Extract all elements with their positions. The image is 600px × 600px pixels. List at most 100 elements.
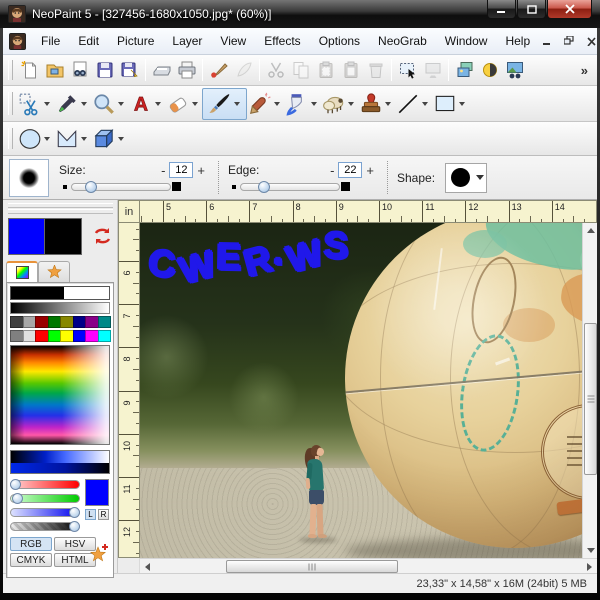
palette-swatch[interactable] [73, 316, 87, 328]
dropdown-arrow-icon[interactable] [385, 102, 391, 106]
mode-cmyk-button[interactable]: CMYK [10, 553, 52, 567]
horizontal-scrollbar-thumb[interactable] [226, 560, 398, 573]
dropdown-arrow-icon[interactable] [118, 102, 124, 106]
menu-item-neograb[interactable]: NeoGrab [369, 30, 436, 52]
dropdown-arrow-icon[interactable] [422, 102, 428, 106]
edge-decrement-button[interactable]: - [326, 163, 338, 178]
black-white-row[interactable] [10, 286, 110, 300]
blue-slider-thumb[interactable] [69, 507, 80, 518]
scroll-right-button[interactable] [582, 559, 597, 574]
palette-swatch[interactable] [60, 316, 74, 328]
luminance-strip[interactable] [10, 450, 110, 474]
palette-swatch[interactable] [85, 316, 99, 328]
browse-button[interactable] [67, 58, 92, 83]
palette-swatch[interactable] [23, 316, 37, 328]
wide-brush-tool[interactable] [247, 91, 273, 117]
paintbrush-tool[interactable] [205, 90, 233, 118]
white-swatch[interactable] [64, 287, 109, 299]
left-color-button[interactable]: L [85, 509, 96, 520]
rainbow-picker[interactable] [10, 345, 110, 445]
size-increment-button[interactable]: + [193, 163, 209, 178]
select-button[interactable] [395, 58, 420, 83]
mode-rgb-button[interactable]: RGB [10, 537, 52, 551]
view-image-button[interactable] [502, 58, 527, 83]
mdi-close-button[interactable] [583, 34, 597, 48]
scroll-up-button[interactable] [583, 223, 597, 238]
shape-selector[interactable] [445, 163, 487, 193]
paintbrush-tool-selected[interactable] [202, 88, 247, 120]
save-button[interactable] [92, 58, 117, 83]
menu-item-layer[interactable]: Layer [163, 30, 211, 52]
dropdown-arrow-icon[interactable] [192, 102, 198, 106]
dropdown-arrow-icon[interactable] [81, 137, 87, 141]
dropdown-arrow-icon[interactable] [459, 102, 465, 106]
cube-tool[interactable] [91, 126, 117, 152]
panel-grip[interactable] [8, 203, 113, 208]
close-button[interactable] [547, 0, 592, 19]
palette-swatch[interactable] [35, 330, 49, 342]
scroll-left-button[interactable] [140, 559, 155, 574]
open-button[interactable] [42, 58, 67, 83]
add-favorite-button[interactable] [89, 543, 111, 563]
size-value[interactable]: 12 [169, 162, 193, 178]
menu-item-picture[interactable]: Picture [108, 30, 163, 52]
text-tool[interactable]: A [128, 91, 154, 117]
size-decrement-button[interactable]: - [157, 163, 169, 178]
print-button[interactable] [174, 58, 199, 83]
eyedropper-tool[interactable] [54, 91, 80, 117]
image-list-button[interactable] [452, 58, 477, 83]
palette-swatch[interactable] [10, 316, 24, 328]
dropdown-arrow-icon[interactable] [44, 137, 50, 141]
horizontal-scrollbar[interactable] [140, 558, 597, 573]
dropdown-arrow-icon[interactable] [348, 102, 354, 106]
save-as-button[interactable] [117, 58, 142, 83]
ruler-unit[interactable]: in [118, 200, 140, 223]
green-slider[interactable] [10, 493, 80, 504]
toolbar-grip[interactable] [8, 60, 13, 80]
zoom-tool[interactable] [91, 91, 117, 117]
menu-item-file[interactable]: File [32, 30, 69, 52]
scan-button[interactable] [149, 58, 174, 83]
palette-swatch[interactable] [48, 316, 62, 328]
right-color-button[interactable]: R [98, 509, 109, 520]
black-swatch[interactable] [11, 287, 64, 299]
palette-swatch[interactable] [23, 330, 37, 342]
scroll-down-button[interactable] [583, 543, 597, 558]
menu-item-window[interactable]: Window [436, 30, 497, 52]
ellipse-tool[interactable] [17, 126, 43, 152]
edge-slider[interactable] [232, 181, 350, 193]
alpha-slider-thumb[interactable] [69, 521, 80, 532]
line-tool[interactable] [395, 91, 421, 117]
palette-swatch[interactable] [10, 330, 24, 342]
tab-color-picker[interactable] [6, 261, 38, 282]
polygon-tool[interactable] [54, 126, 80, 152]
dropdown-arrow-icon[interactable] [81, 102, 87, 106]
edge-increment-button[interactable]: + [362, 163, 378, 178]
paint-tube-tool[interactable] [284, 91, 310, 117]
edge-slider-thumb[interactable] [258, 181, 270, 193]
grayscale-gradient[interactable] [10, 302, 110, 314]
palette-swatch[interactable] [98, 330, 112, 342]
red-slider[interactable] [10, 479, 80, 490]
tab-favorites[interactable] [38, 261, 70, 282]
blue-slider[interactable] [10, 507, 80, 518]
alpha-slider[interactable] [10, 521, 80, 532]
vertical-scrollbar-thumb[interactable] [584, 323, 597, 475]
green-slider-thumb[interactable] [12, 493, 23, 504]
maximize-button[interactable] [517, 0, 546, 19]
menu-item-edit[interactable]: Edit [69, 30, 108, 52]
palette-swatch[interactable] [73, 330, 87, 342]
palette-swatch[interactable] [85, 330, 99, 342]
dropdown-arrow-icon[interactable] [311, 102, 317, 106]
dropdown-arrow-icon[interactable] [44, 102, 50, 106]
palette-swatch[interactable] [60, 330, 74, 342]
rectangle-tool[interactable] [432, 91, 458, 117]
eraser-tool[interactable] [165, 91, 191, 117]
paint-button[interactable] [206, 58, 231, 83]
new-button[interactable] [17, 58, 42, 83]
palette-swatch[interactable] [35, 316, 49, 328]
clone-tool[interactable] [321, 91, 347, 117]
selection-tool[interactable] [17, 91, 43, 117]
toolbar-overflow-chevron[interactable]: » [575, 63, 594, 78]
dropdown-arrow-icon[interactable] [155, 102, 161, 106]
